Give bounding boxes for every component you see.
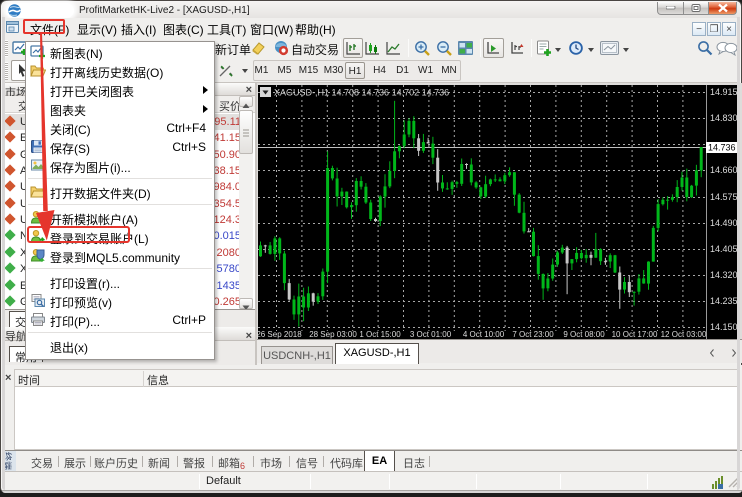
svg-text:14.235: 14.235 [710, 296, 738, 306]
svg-text:26 Sep 2018: 26 Sep 2018 [258, 330, 302, 339]
svg-text:14.405: 14.405 [710, 244, 738, 254]
svg-text:14.736: 14.736 [708, 143, 736, 153]
svg-text:14.575: 14.575 [710, 192, 738, 202]
svg-text:28 Sep 03:00: 28 Sep 03:00 [309, 330, 357, 339]
svg-text:14.490: 14.490 [710, 218, 738, 228]
svg-text:14.660: 14.660 [710, 165, 738, 175]
svg-text:14.830: 14.830 [710, 113, 738, 123]
svg-text:4 Oct 10:00: 4 Oct 10:00 [463, 330, 505, 339]
svg-text:14.915: 14.915 [710, 87, 738, 97]
svg-text:14.150: 14.150 [710, 322, 738, 332]
svg-text:1 Oct 15:00: 1 Oct 15:00 [359, 330, 401, 339]
svg-text:9 Oct 08:00: 9 Oct 08:00 [563, 330, 605, 339]
svg-text:7 Oct 23:00: 7 Oct 23:00 [512, 330, 554, 339]
svg-text:XAGUSD-,H1 14.708 14.736 14.7: XAGUSD-,H1 14.708 14.736 14.702 14.736 [274, 88, 449, 98]
svg-text:3 Oct 01:00: 3 Oct 01:00 [410, 330, 452, 339]
svg-text:12 Oct 03:00: 12 Oct 03:00 [661, 330, 707, 339]
svg-text:14.320: 14.320 [710, 270, 738, 280]
svg-text:10 Oct 17:00: 10 Oct 17:00 [612, 330, 658, 339]
